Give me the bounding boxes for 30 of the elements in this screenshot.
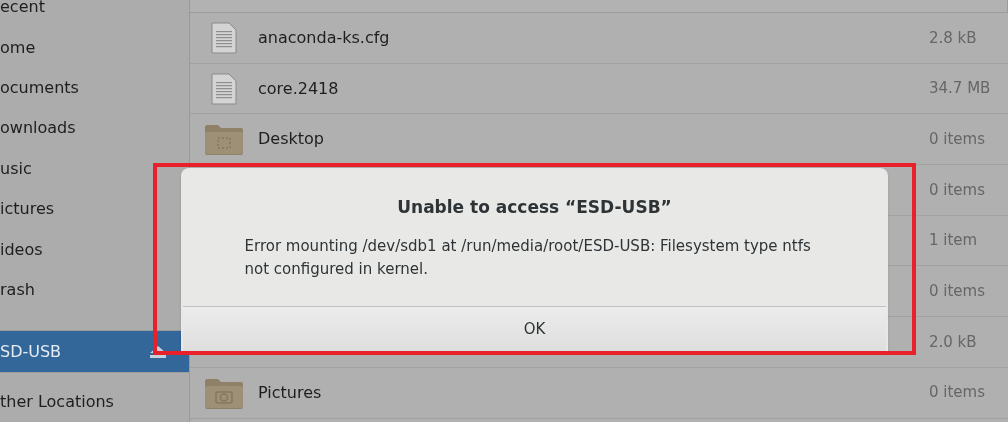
file-size: 0 items — [929, 179, 985, 201]
file-name: Desktop — [258, 128, 324, 151]
sidebar-item[interactable]: ownloads — [0, 108, 189, 149]
sidebar-item[interactable]: ther Locations — [0, 381, 189, 422]
ok-button[interactable]: OK — [183, 306, 886, 352]
file-row[interactable]: core.2418 34.7 MB — [190, 63, 1008, 115]
document-icon — [211, 72, 237, 105]
document-icon — [211, 21, 237, 54]
file-size: 0 items — [929, 382, 985, 404]
sidebar-item[interactable]: ocuments — [0, 67, 189, 109]
file-row[interactable]: anaconda-ks.cfg 2.8 kB — [190, 13, 1008, 64]
dialog-message: Error mounting /dev/sdb1 at /run/media/root/ESD-USB: Filesystem type ntfs not configured in kernel. — [244, 235, 812, 280]
file-size: 2.8 kB — [929, 27, 977, 49]
sidebar-item[interactable]: ome — [0, 27, 189, 68]
file-name: core.2418 — [258, 77, 339, 100]
file-row[interactable]: Pictures 0 items — [190, 367, 1008, 419]
sidebar-item[interactable]: ecent — [0, 0, 189, 28]
file-size: 0 items — [929, 281, 985, 303]
sidebar-item[interactable]: SD-USB — [0, 331, 189, 372]
dialog-title: Unable to access “ESD-USB” — [397, 196, 672, 219]
file-size: 0 items — [929, 128, 985, 150]
file-size: 2.0 kB — [929, 331, 977, 353]
camera-folder-icon — [204, 376, 244, 409]
file-name: anaconda-ks.cfg — [258, 26, 390, 49]
file-name: Pictures — [258, 381, 322, 404]
desktop-folder-icon — [204, 123, 244, 156]
file-size: 1 item — [929, 230, 978, 252]
file-size: 34.7 MB — [929, 78, 991, 100]
file-row[interactable]: Desktop 0 items — [190, 114, 1008, 166]
eject-icon[interactable] — [149, 345, 167, 358]
